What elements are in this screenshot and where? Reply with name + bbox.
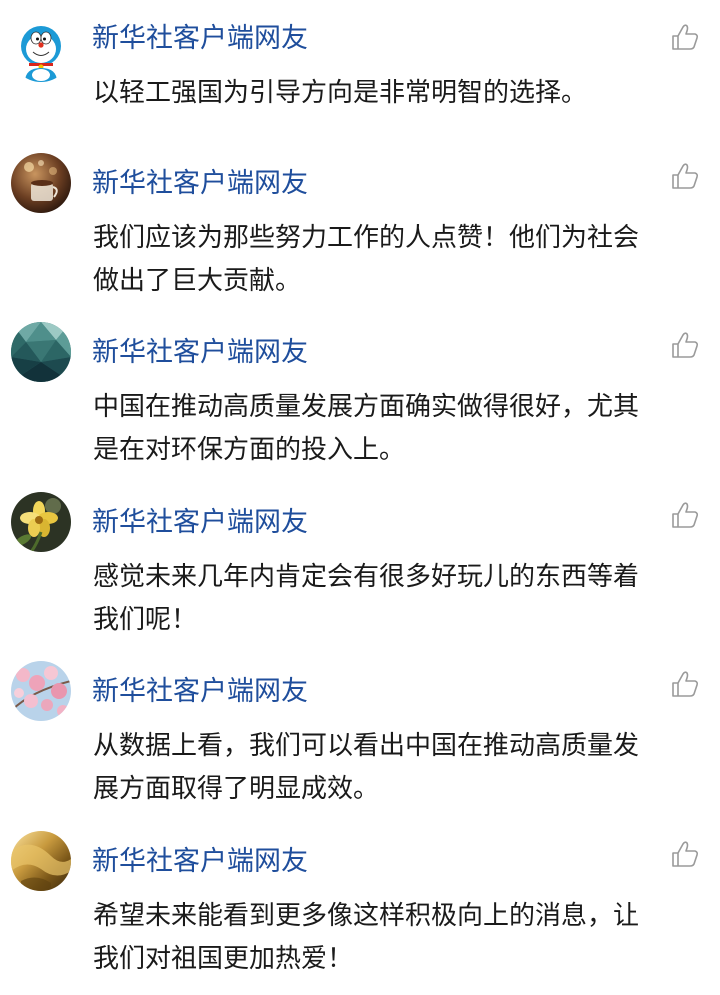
yellow-flower-avatar[interactable] [11,492,71,552]
comment-text: 从数据上看，我们可以看出中国在推动高质量发展方面取得了明显成效。 [93,731,640,804]
username[interactable]: 新华社客户端网友 [92,845,308,879]
teal-polygon-avatar[interactable] [11,322,71,382]
doraemon-avatar[interactable] [11,22,71,82]
comment-text: 希望未来能看到更多像这样积极向上的消息，让我们对祖国更加热爱！ [93,901,640,974]
username[interactable]: 新华社客户端网友 [92,22,308,56]
gold-fabric-avatar[interactable] [11,831,71,891]
thumbs-up-icon[interactable] [670,500,700,530]
comment-item: 新华社客户端网友 中国在推动高质量发展方面确实做得很好，尤其是在对环保方面的投入… [0,322,720,486]
comment-item: 新华社客户端网友 以轻工强国为引导方向是非常明智的选择。 [0,22,720,142]
comment-text: 我们应该为那些努力工作的人点赞！他们为社会做出了巨大贡献。 [93,223,640,296]
username[interactable]: 新华社客户端网友 [92,506,308,540]
thumbs-up-icon[interactable] [670,839,700,869]
thumbs-up-icon[interactable] [670,22,700,52]
comment-item: 新华社客户端网友 希望未来能看到更多像这样积极向上的消息，让我们对祖国更加热爱！ [0,831,720,995]
comment-item: 新华社客户端网友 从数据上看，我们可以看出中国在推动高质量发展方面取得了明显成效… [0,661,720,825]
thumbs-up-icon[interactable] [670,161,700,191]
comment-item: 新华社客户端网友 感觉未来几年内肯定会有很多好玩儿的东西等着我们呢！ [0,492,720,656]
comment-text: 中国在推动高质量发展方面确实做得很好，尤其是在对环保方面的投入上。 [93,392,640,465]
thumbs-up-icon[interactable] [670,669,700,699]
comment-text: 感觉未来几年内肯定会有很多好玩儿的东西等着我们呢！ [93,562,640,635]
cherry-blossom-avatar[interactable] [11,661,71,721]
username[interactable]: 新华社客户端网友 [92,336,308,370]
username[interactable]: 新华社客户端网友 [92,675,308,709]
comment-text: 以轻工强国为引导方向是非常明智的选择。 [93,78,588,108]
coffee-bokeh-avatar[interactable] [11,153,71,213]
comment-item: 新华社客户端网友 我们应该为那些努力工作的人点赞！他们为社会做出了巨大贡献。 [0,153,720,317]
thumbs-up-icon[interactable] [670,330,700,360]
username[interactable]: 新华社客户端网友 [92,167,308,201]
